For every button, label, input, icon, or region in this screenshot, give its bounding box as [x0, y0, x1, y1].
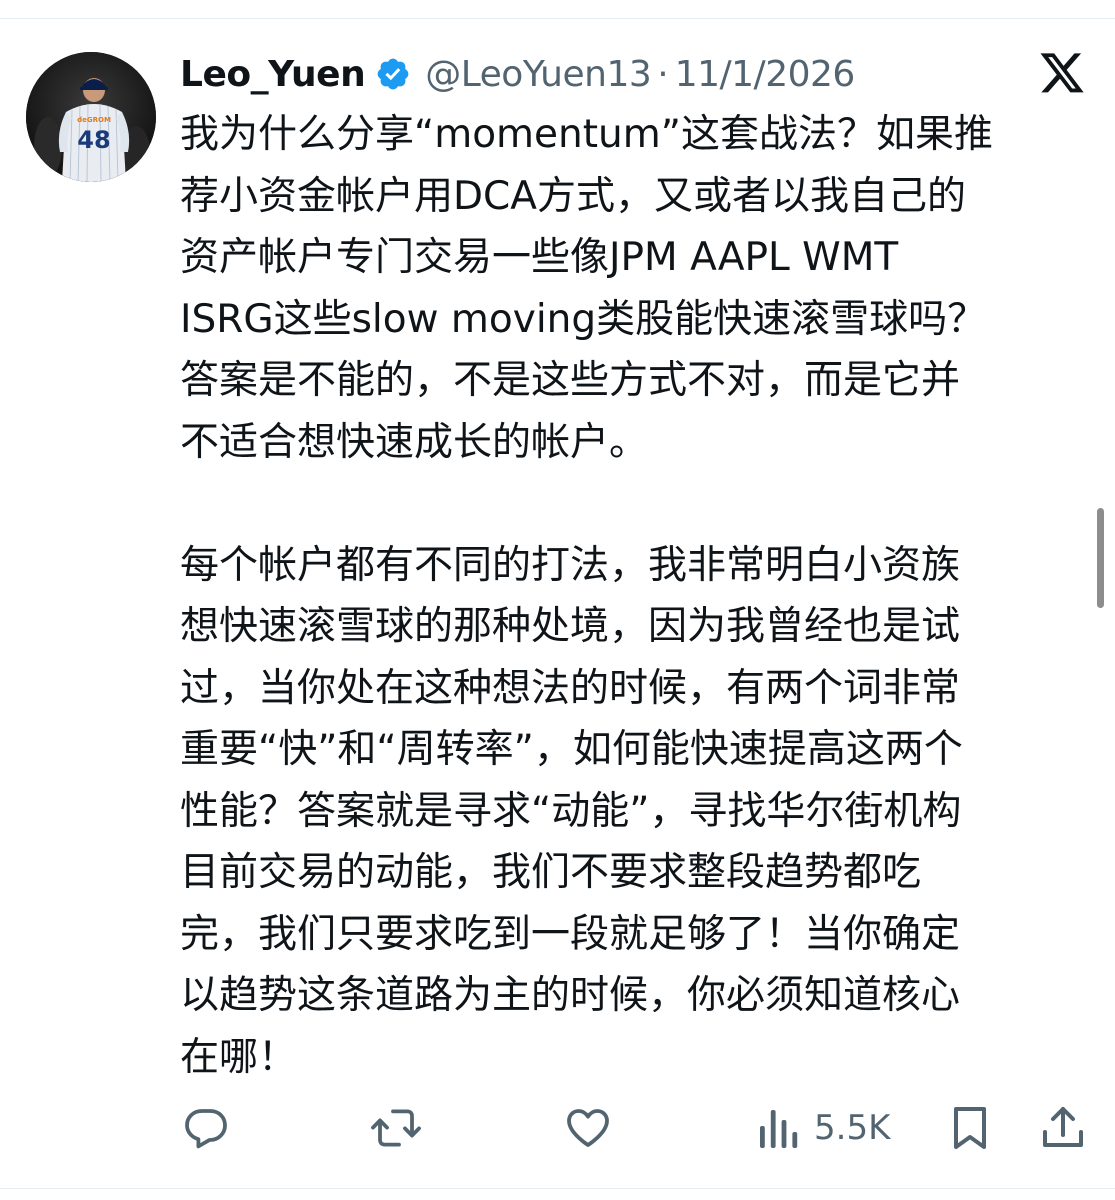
share-button[interactable]	[1040, 1096, 1086, 1160]
views-count: 5.5K	[814, 1108, 891, 1148]
text-line: 完，我们只要求吃到一段就足够了！当你确定	[180, 911, 961, 957]
tweet-date[interactable]: 11/1/2026	[675, 54, 856, 95]
x-logo-icon[interactable]	[1038, 50, 1086, 96]
bookmark-icon	[954, 1107, 986, 1149]
verified-badge-icon	[375, 56, 411, 92]
text-line: 我为什么分享“momentum”这套战法？如果推	[180, 112, 993, 157]
tweet-action-bar: 5.5K	[0, 1096, 1115, 1160]
text-line: 想快速滚雪球的那种处境，因为我曾经也是试	[180, 604, 961, 649]
scrollbar-thumb[interactable]	[1097, 508, 1104, 608]
views-icon	[760, 1110, 798, 1148]
text-line: 重要“快”和“周转率”，如何能快速提高这两个	[180, 727, 963, 772]
text-line: 每个帐户都有不同的打法，我非常明白小资族	[180, 542, 961, 588]
reply-button[interactable]	[182, 1096, 230, 1160]
bottom-divider	[0, 1188, 1115, 1189]
separator-dot: ·	[657, 53, 669, 95]
avatar-image: deGROM 48	[26, 52, 156, 182]
text-line: 荐小资金帐户用DCA方式，又或者以我自己的	[180, 173, 966, 219]
avatar[interactable]: deGROM 48	[26, 52, 156, 182]
avatar-jersey-number: 48	[77, 126, 110, 154]
tweet-text: 我为什么分享“momentum”这套战法？如果推 荐小资金帐户用DCA方式，又或…	[180, 104, 1080, 1088]
reply-icon	[185, 1109, 227, 1149]
tweet-paragraph-2: 每个帐户都有不同的打法，我非常明白小资族 想快速滚雪球的那种处境，因为我曾经也是…	[180, 535, 1080, 1089]
text-line: 性能？答案就是寻求“动能”，寻找华尔街机构	[180, 788, 962, 834]
heart-icon	[567, 1109, 609, 1147]
views-button[interactable]: 5.5K	[756, 1096, 890, 1160]
avatar-jersey-name: deGROM	[77, 116, 111, 124]
bookmark-button[interactable]	[948, 1096, 992, 1160]
text-line: 在哪！	[180, 1034, 298, 1080]
like-button[interactable]	[564, 1096, 612, 1160]
text-line: ISRG这些slow moving类股能快速滚雪球吗？	[180, 296, 987, 342]
text-line: 以趋势这条道路为主的时候，你必须知道核心	[180, 973, 961, 1018]
retweet-button[interactable]	[370, 1096, 422, 1160]
text-line: 目前交易的动能，我们不要求整段趋势都吃	[180, 850, 922, 895]
text-line: 资产帐户专门交易一些像JPM AAPL WMT	[180, 235, 899, 280]
text-line: 答案是不能的，不是这些方式不对，而是它并	[180, 358, 961, 403]
tweet-paragraph-1: 我为什么分享“momentum”这套战法？如果推 荐小资金帐户用DCA方式，又或…	[180, 104, 1080, 473]
top-divider	[0, 18, 1115, 19]
display-name[interactable]: Leo_Yuen	[180, 54, 366, 95]
text-line: 过，当你处在这种想法的时候，有两个词非常	[180, 665, 961, 711]
retweet-icon	[371, 1109, 421, 1147]
user-handle[interactable]: @LeoYuen13	[425, 54, 652, 95]
text-line: 不适合想快速成长的帐户。	[180, 419, 649, 465]
tweet-header: Leo_Yuen @LeoYuen13 · 11/1/2026	[180, 48, 855, 100]
share-icon	[1043, 1107, 1083, 1147]
